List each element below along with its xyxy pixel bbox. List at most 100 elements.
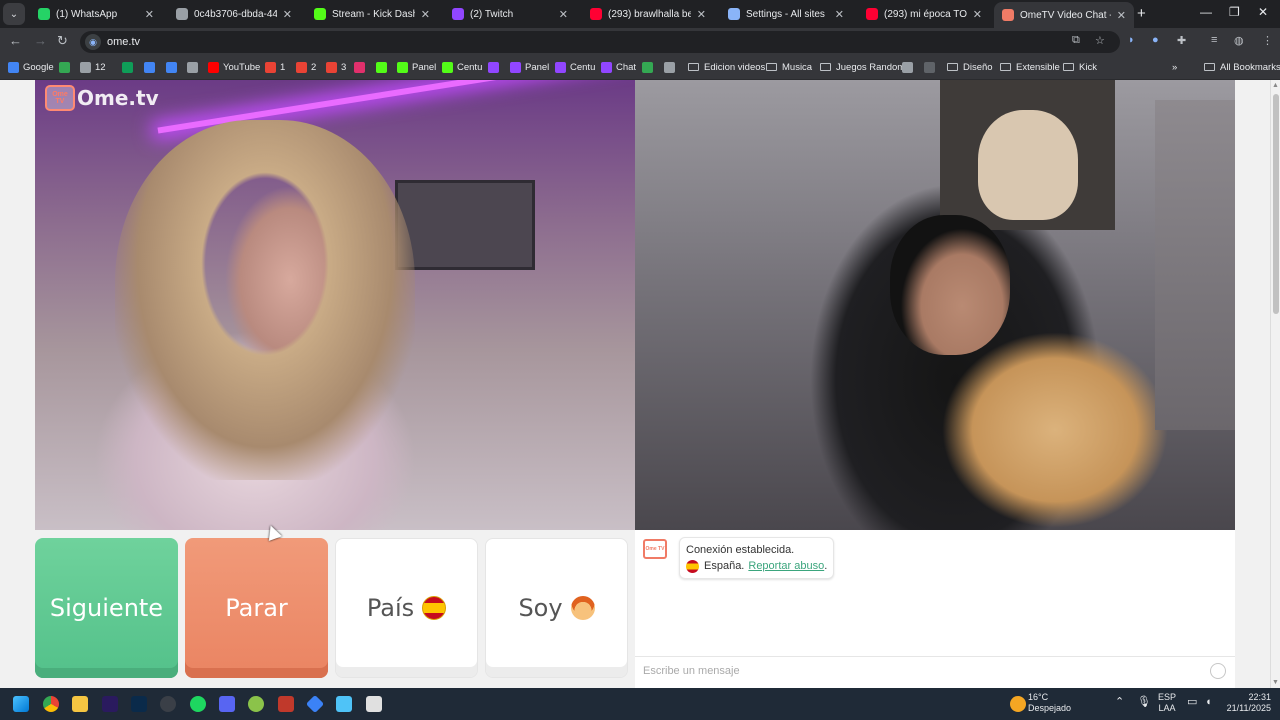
bookmark-item[interactable]: Centu — [555, 60, 595, 74]
close-tab-icon[interactable]: ✕ — [973, 8, 982, 21]
message-input[interactable]: Escribe un mensaje — [643, 665, 1210, 677]
browser-tab[interactable]: (1) WhatsApp ✕ — [30, 3, 162, 25]
bookmark-item[interactable]: 1 — [265, 60, 285, 74]
snipping-icon[interactable] — [366, 696, 382, 712]
close-window-button[interactable]: ✕ — [1258, 5, 1268, 19]
bookmark-item[interactable]: YouTube — [208, 60, 260, 74]
bookmark-item[interactable]: 2 — [296, 60, 316, 74]
bookmark-favicon-icon — [354, 61, 365, 73]
weather-widget[interactable]: 16°C Despejado — [1028, 692, 1071, 714]
folder-icon — [947, 63, 958, 71]
notes-icon[interactable] — [336, 696, 352, 712]
bookmark-item[interactable]: Chat — [601, 60, 636, 74]
language-indicator[interactable]: ESP LAA — [1158, 692, 1176, 714]
install-app-icon[interactable]: ⧉ — [1072, 34, 1080, 47]
app-icon[interactable] — [248, 696, 264, 712]
premiere-icon[interactable] — [102, 696, 118, 712]
maximize-button[interactable]: ❐ — [1229, 5, 1240, 19]
tray-expand-icon[interactable]: ⌃ — [1115, 697, 1124, 708]
menu-dots-icon[interactable]: ⋮ — [1262, 34, 1273, 47]
minimize-button[interactable]: — — [1200, 5, 1212, 19]
bookmark-item[interactable] — [664, 60, 679, 74]
browser-tab[interactable]: Stream - Kick Dashboard✕ — [306, 3, 438, 25]
media-controls-icon[interactable]: ≡ — [1211, 34, 1217, 46]
extension-icon[interactable]: ◗ — [1128, 34, 1135, 46]
bookmark-folder[interactable]: Kick — [1063, 60, 1097, 74]
browser-tab[interactable]: (2) Twitch ✕ — [444, 3, 576, 25]
close-tab-icon[interactable]: ✕ — [835, 8, 844, 21]
bookmark-item[interactable]: Panel — [397, 60, 436, 74]
site-info-icon[interactable]: ◉ — [85, 34, 101, 50]
bookmark-item[interactable] — [166, 60, 181, 74]
browser-tab[interactable]: Settings - All sites ✕ — [720, 3, 852, 25]
bookmarks-overflow-button[interactable]: » — [1172, 60, 1177, 74]
browser-tab[interactable]: (293) brawlhalla best✕ — [582, 3, 714, 25]
spain-flag-icon — [686, 559, 699, 573]
bookmark-item[interactable] — [144, 60, 159, 74]
obs-icon[interactable] — [160, 696, 176, 712]
bookmark-item[interactable] — [354, 60, 369, 74]
browser-tab[interactable]: 0c4b3706-dbda-44d0-ba✕ — [168, 3, 300, 25]
bookmark-item[interactable]: 3 — [326, 60, 346, 74]
stop-button[interactable]: Parar — [185, 538, 328, 678]
next-button[interactable]: Siguiente — [35, 538, 178, 678]
extensions-puzzle-icon[interactable]: ✚ — [1177, 34, 1186, 47]
message-bar[interactable]: Escribe un mensaje — [635, 656, 1235, 684]
close-tab-icon[interactable]: ✕ — [421, 8, 430, 21]
gender-button[interactable]: Soy — [485, 538, 628, 678]
bookmark-star-icon[interactable]: ☆ — [1095, 34, 1105, 47]
volume-icon[interactable]: ◖ — [1205, 697, 1212, 708]
bookmark-folder[interactable]: Diseño — [947, 60, 993, 74]
bookmark-item[interactable] — [902, 60, 917, 74]
browser-tab[interactable]: (293) mi época TOPARDO✕ — [858, 3, 990, 25]
bookmark-item[interactable] — [187, 60, 202, 74]
discord-icon[interactable] — [219, 696, 235, 712]
folder-icon — [820, 63, 831, 71]
bookmark-folder[interactable]: Juegos Random — [820, 60, 905, 74]
start-icon[interactable] — [13, 696, 29, 712]
news-app-icon[interactable] — [278, 696, 294, 712]
forward-button[interactable]: → — [34, 33, 47, 48]
clock[interactable]: 22:31 21/11/2025 — [1225, 692, 1271, 714]
photoshop-icon[interactable] — [131, 696, 147, 712]
emoji-icon[interactable] — [1210, 662, 1226, 679]
bookmark-item[interactable] — [376, 60, 391, 74]
bookmark-item[interactable]: Centu — [442, 60, 482, 74]
bookmark-item[interactable]: 12 — [80, 60, 106, 74]
country-button[interactable]: País — [335, 538, 478, 678]
network-icon[interactable]: ▭ — [1187, 697, 1197, 708]
scrollbar-thumb[interactable] — [1273, 94, 1279, 314]
new-tab-button[interactable]: + — [1137, 5, 1146, 22]
microphone-icon[interactable]: 🎙 — [1137, 697, 1151, 708]
close-tab-icon[interactable]: ✕ — [559, 8, 568, 21]
back-button[interactable]: ← — [9, 33, 22, 48]
bookmark-item[interactable] — [122, 60, 137, 74]
bookmark-item[interactable] — [642, 60, 657, 74]
chrome-icon[interactable] — [43, 696, 59, 712]
close-tab-icon[interactable]: ✕ — [697, 8, 706, 21]
tab-search-button[interactable]: ⌄ — [3, 3, 25, 25]
page-scrollbar[interactable]: ▲ ▼ — [1270, 80, 1280, 688]
bookmark-favicon-icon — [80, 61, 91, 73]
bookmark-favicon-icon — [397, 61, 408, 73]
bookmark-item[interactable] — [488, 60, 503, 74]
profile-avatar-icon[interactable]: ◍ — [1234, 34, 1244, 47]
extension-2-icon[interactable]: ● — [1152, 34, 1159, 46]
bookmark-folder[interactable]: Edicion videos — [688, 60, 765, 74]
bookmark-folder[interactable]: Musica — [766, 60, 812, 74]
browser-tab[interactable]: OmeTV Video Chat - ✕ — [994, 2, 1134, 28]
close-tab-icon[interactable]: ✕ — [145, 8, 154, 21]
bookmark-item[interactable] — [59, 60, 74, 74]
all-bookmarks-button[interactable]: All Bookmarks — [1204, 60, 1280, 74]
address-bar[interactable]: ◉ ome.tv — [80, 31, 1120, 53]
close-tab-icon[interactable]: ✕ — [1117, 9, 1126, 22]
bookmark-folder[interactable]: Extensible — [1000, 60, 1060, 74]
report-abuse-link[interactable]: Reportar abuso — [748, 558, 824, 574]
bookmark-item[interactable] — [924, 60, 939, 74]
bookmark-item[interactable]: Panel — [510, 60, 549, 74]
reload-button[interactable]: ↻ — [57, 33, 68, 49]
close-tab-icon[interactable]: ✕ — [283, 8, 292, 21]
bookmark-item[interactable]: Google — [8, 60, 54, 74]
spotify-icon[interactable] — [190, 696, 206, 712]
file-explorer-icon[interactable] — [72, 696, 88, 712]
